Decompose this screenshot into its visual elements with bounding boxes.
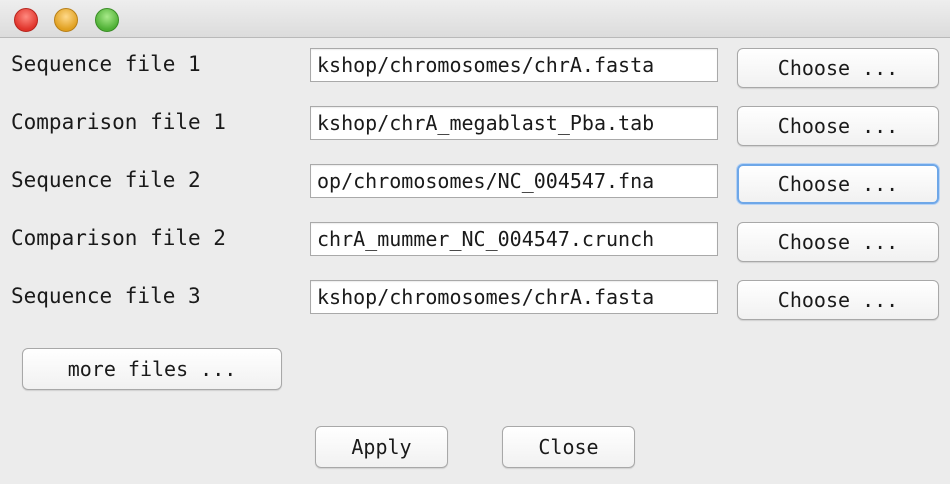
window-zoom-icon[interactable] [95,8,119,32]
title-bar [0,0,950,38]
sequence-file-3-choose-button[interactable]: Choose ... [737,280,939,320]
comparison-file-2-path-field[interactable] [310,222,718,256]
window-close-icon[interactable] [14,8,38,32]
sequence-file-1-path-field[interactable] [310,48,718,82]
sequence-file-1-label: Sequence file 1 [11,52,201,76]
more-files-button[interactable]: more files ... [22,348,282,390]
close-button[interactable]: Close [502,426,635,468]
window-minimize-icon[interactable] [54,8,78,32]
comparison-file-2-choose-button[interactable]: Choose ... [737,222,939,262]
file-selection-dialog: Sequence file 1 Choose ... Comparison fi… [0,0,950,484]
sequence-file-2-path-field[interactable] [310,164,718,198]
sequence-file-1-choose-button[interactable]: Choose ... [737,48,939,88]
comparison-file-1-label: Comparison file 1 [11,110,226,134]
sequence-file-2-choose-button[interactable]: Choose ... [737,164,939,204]
sequence-file-2-label: Sequence file 2 [11,168,201,192]
apply-button[interactable]: Apply [315,426,448,468]
sequence-file-3-path-field[interactable] [310,280,718,314]
comparison-file-1-path-field[interactable] [310,106,718,140]
sequence-file-3-label: Sequence file 3 [11,284,201,308]
comparison-file-1-choose-button[interactable]: Choose ... [737,106,939,146]
comparison-file-2-label: Comparison file 2 [11,226,226,250]
